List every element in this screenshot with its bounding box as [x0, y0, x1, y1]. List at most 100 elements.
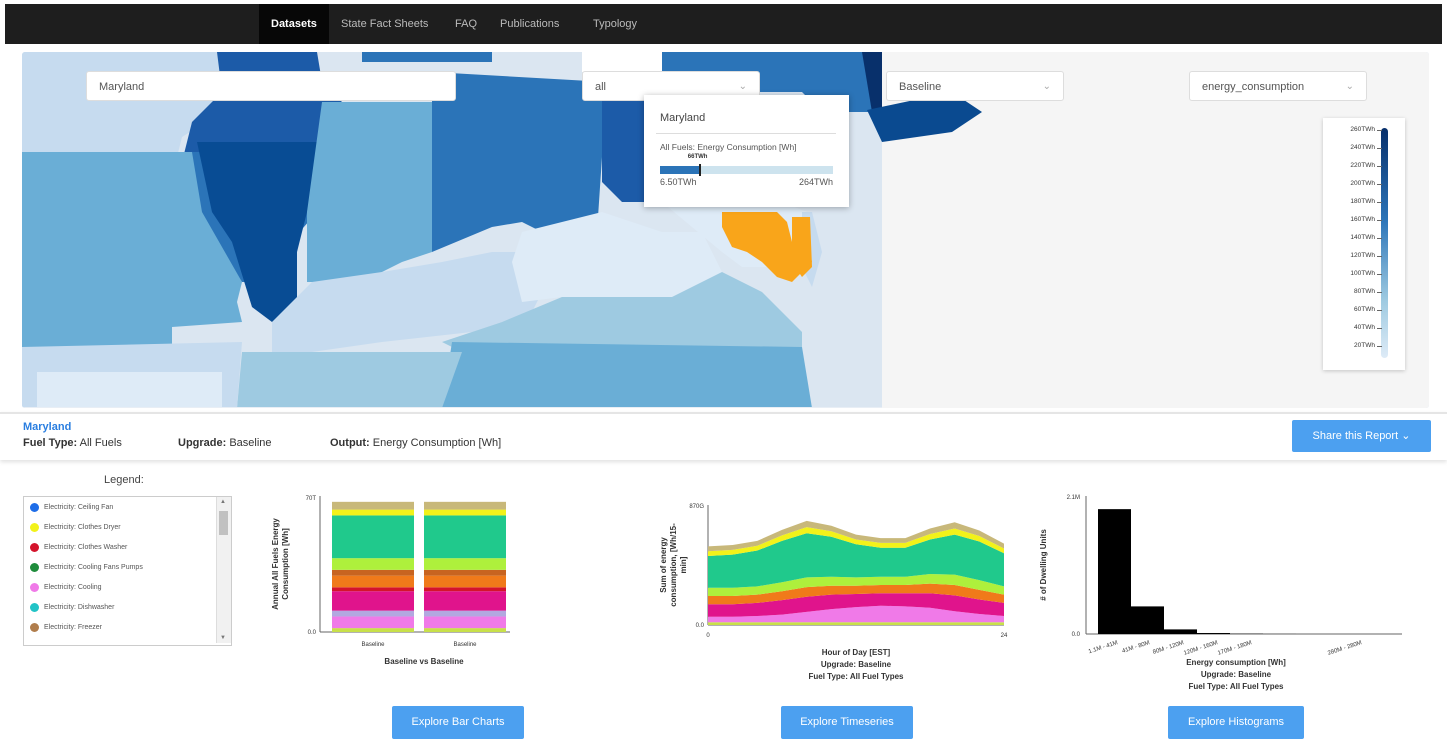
legend-item[interactable]: Electricity: Clothes Washer: [30, 542, 127, 554]
scroll-thumb[interactable]: [219, 511, 228, 535]
legend-scrollbar[interactable]: ▲ ▼: [216, 497, 231, 643]
legend-item-label: Electricity: Ceiling Fan: [44, 504, 114, 511]
color-scale-bar: [1381, 128, 1388, 358]
explore-bar-charts-button[interactable]: Explore Bar Charts: [392, 706, 524, 739]
hist-x-tick-label: 170M - 180M: [1217, 640, 1252, 657]
legend-item[interactable]: Electricity: Cooling Fans Pumps: [30, 562, 143, 574]
state-region: [362, 52, 492, 62]
bar-y-axis-label: Annual All Fuels EnergyConsumption [Wh]: [271, 518, 290, 610]
bar-segment: [332, 509, 414, 516]
legend-color-dot: [30, 542, 39, 552]
bar-segment: [424, 628, 506, 632]
explore-timeseries-button[interactable]: Explore Timeseries: [781, 706, 913, 739]
summary-fuel: Fuel Type: All Fuels: [23, 437, 122, 449]
legend-item-label: Electricity: Clothes Dryer: [44, 524, 121, 531]
summary-output-value: Energy Consumption [Wh]: [372, 437, 502, 449]
bar-segment: [332, 591, 414, 611]
hist-y-tick-label: 2.1M: [1067, 495, 1080, 501]
bar-x-tick-label: Baseline: [453, 642, 477, 648]
bar-chart: 70T 0.0 Baseline Baseline Annual All Fuels E…: [271, 496, 510, 666]
hist-y-axis-label: # of Dwelling Units: [1039, 529, 1048, 601]
tooltip-state: Maryland: [660, 112, 706, 124]
legend-item[interactable]: Electricity: Ceiling Fan: [30, 502, 113, 514]
hist-x-axis-label: Energy consumption [Wh]: [1186, 658, 1286, 667]
summary-state: Maryland: [23, 421, 72, 433]
color-scale-tick: 20TWh: [1354, 342, 1382, 349]
bar-segment: [332, 501, 414, 510]
nav-datasets[interactable]: Datasets: [259, 4, 329, 44]
top-nav: Datasets State Fact Sheets FAQ Publicati…: [5, 4, 1442, 44]
bar-segment: [332, 515, 414, 559]
color-scale-legend: 260TWh 240TWh 220TWh 200TWh 180TWh 160TWh 140T…: [1323, 118, 1405, 370]
summary-fuel-label: Fuel Type:: [23, 437, 78, 449]
legend-item-label: Electricity: Clothes Washer: [44, 544, 128, 551]
nav-publications[interactable]: Publications: [500, 4, 559, 44]
legend-item-label: Electricity: Dishwasher: [44, 604, 115, 611]
state-search-input[interactable]: Maryland: [86, 71, 456, 101]
legend-item[interactable]: Electricity: Cooling: [30, 582, 102, 594]
hist-bar: [1164, 629, 1197, 634]
bar-segment: [424, 501, 506, 510]
chevron-down-icon: ⌄: [1401, 430, 1411, 442]
legend-item-label: Electricity: Cooling Fans Pumps: [44, 564, 143, 571]
bar-segment: [424, 616, 506, 629]
bar-x-axis-label: Baseline vs Baseline: [384, 657, 464, 666]
ts-y-axis-label: Sum of energyconsumption, [Wh/15-min]: [659, 523, 688, 607]
map-tooltip: Maryland All Fuels: Energy Consumption […: [644, 95, 849, 207]
legend-color-dot: [30, 582, 39, 592]
legend-item[interactable]: Electricity: Freezer: [30, 622, 102, 634]
hist-x-tick-label: 1.1M - 41M: [1088, 640, 1119, 655]
output-select[interactable]: energy_consumption ⌄: [1189, 71, 1367, 101]
state-region: [237, 352, 462, 408]
ts-x-axis-label: Hour of Day [EST]: [822, 648, 891, 657]
hist-caption-fuel: Fuel Type: All Fuel Types: [1189, 682, 1285, 691]
state-region: [307, 102, 432, 282]
report-summary: Maryland Fuel Type: All Fuels Upgrade: B…: [0, 412, 1447, 460]
nav-faq[interactable]: FAQ: [455, 4, 477, 44]
color-scale-tick: 180TWh: [1350, 198, 1382, 205]
legend-color-dot: [30, 502, 39, 512]
ts-area-series: [708, 622, 1004, 625]
nav-typology[interactable]: Typology: [593, 4, 637, 44]
upgrade-select[interactable]: Baseline ⌄: [886, 71, 1064, 101]
legend-item-label: Electricity: Cooling: [44, 584, 102, 591]
share-report-label: Share this Report: [1312, 430, 1399, 442]
color-scale-tick: 200TWh: [1350, 180, 1382, 187]
bar-segment: [332, 575, 414, 588]
hist-caption-upgrade: Upgrade: Baseline: [1201, 670, 1272, 679]
fuel-select-value: all: [595, 81, 607, 93]
legend-list[interactable]: Electricity: Ceiling Fan Electricity: Clo…: [23, 496, 232, 646]
share-report-button[interactable]: Share this Report ⌄: [1292, 420, 1431, 452]
bar-segment: [424, 558, 506, 570]
summary-fuel-value: All Fuels: [79, 437, 122, 449]
chevron-down-icon: ⌄: [1042, 81, 1051, 92]
hist-y-tick-label: 0.0: [1072, 632, 1081, 638]
legend-item[interactable]: Electricity: Dishwasher: [30, 602, 114, 614]
state-region: [37, 372, 222, 408]
legend-item[interactable]: Electricity: Clothes Dryer: [30, 522, 121, 534]
nav-state-fact-sheets[interactable]: State Fact Sheets: [341, 4, 428, 44]
explore-histograms-button[interactable]: Explore Histograms: [1168, 706, 1304, 739]
tooltip-range-track: [660, 164, 833, 176]
bar-segment: [424, 591, 506, 611]
bar-segment: [332, 587, 414, 592]
tooltip-label: All Fuels: Energy Consumption [Wh]: [660, 142, 797, 152]
bar-y-tick-label: 70T: [306, 496, 317, 502]
tooltip-value: 66TWh: [687, 154, 708, 160]
upgrade-select-value: Baseline: [899, 81, 942, 93]
color-scale-tick: 140TWh: [1350, 234, 1382, 241]
scroll-down-icon[interactable]: ▼: [220, 635, 226, 641]
bar-segment: [332, 610, 414, 617]
color-scale-tick: 100TWh: [1350, 270, 1382, 277]
color-scale-tick: 260TWh: [1350, 126, 1382, 133]
hist-bar: [1197, 633, 1230, 634]
summary-output: Output: Energy Consumption [Wh]: [330, 437, 501, 449]
color-scale-tick: 80TWh: [1354, 288, 1382, 295]
ts-x-tick-label: 0: [706, 633, 710, 639]
legend-title: Legend:: [104, 474, 144, 486]
hist-bar: [1098, 509, 1131, 634]
scroll-up-icon[interactable]: ▲: [220, 499, 226, 505]
tooltip-divider: [656, 133, 836, 134]
histogram-chart: 2.1M 0.0 1.1M - 41M 41M - 80M 80M - 120M120M…: [1039, 495, 1402, 691]
bar-segment: [424, 587, 506, 592]
